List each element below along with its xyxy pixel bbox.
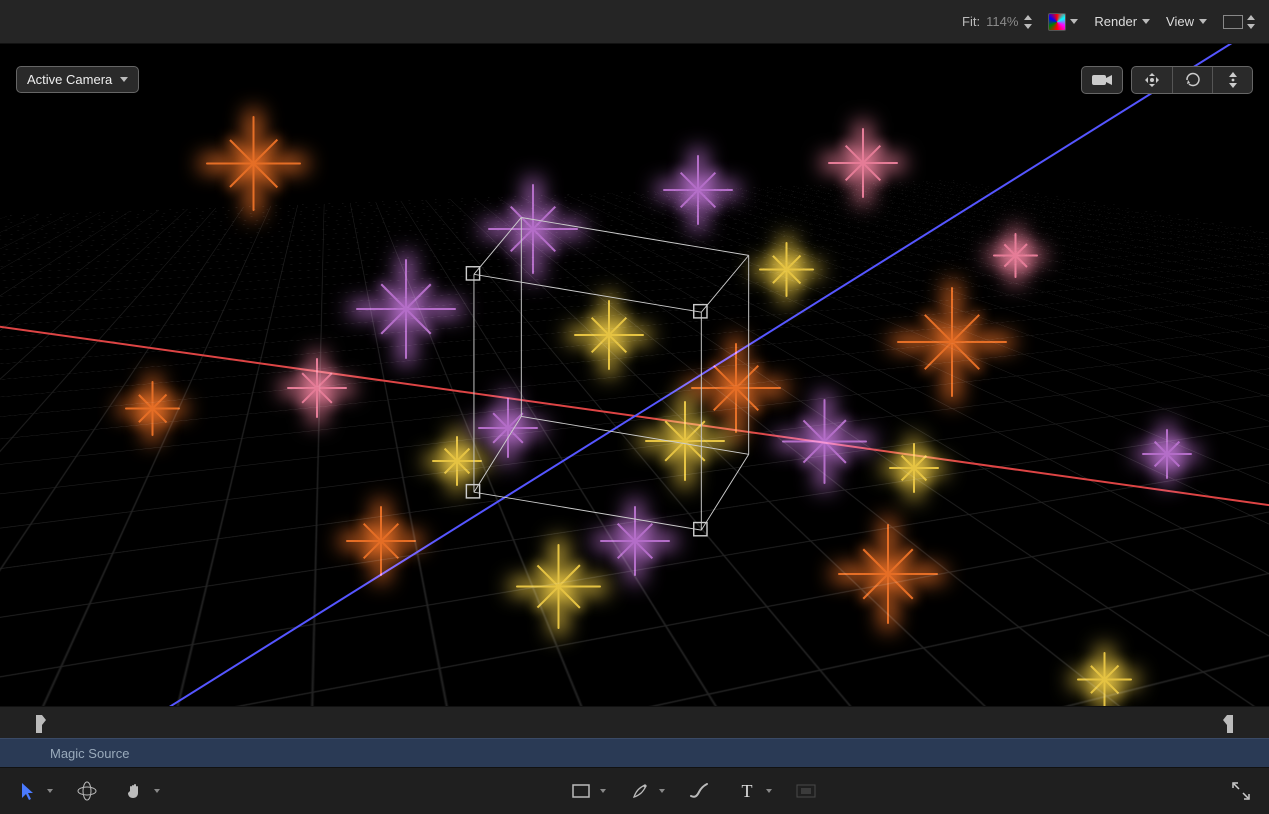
out-point-marker-icon[interactable] — [1223, 715, 1233, 733]
chevron-down-icon — [1199, 19, 1207, 24]
hand-tool[interactable] — [121, 777, 149, 805]
color-swatch-icon — [1048, 13, 1066, 31]
color-channel-popup[interactable] — [1048, 13, 1078, 31]
chevron-down-icon — [1070, 19, 1078, 24]
chevron-down-icon[interactable] — [766, 789, 772, 793]
particle-field — [0, 44, 1269, 706]
chevron-down-icon[interactable] — [47, 789, 53, 793]
stepper-icon — [1247, 15, 1255, 29]
paint-stroke-tool[interactable] — [685, 777, 713, 805]
stepper-icon — [1024, 15, 1032, 29]
chevron-down-icon[interactable] — [600, 789, 606, 793]
updown-icon — [1227, 71, 1239, 89]
camera-selector-label: Active Camera — [27, 72, 112, 87]
zoom-fit-control[interactable]: Fit: 114% — [962, 14, 1032, 29]
rotate-icon — [1184, 71, 1202, 89]
chevron-down-icon[interactable] — [154, 789, 160, 793]
fullscreen-toggle[interactable] — [1227, 777, 1255, 805]
rect-tool-icon — [572, 784, 590, 798]
clip-name-label: Magic Source — [50, 746, 129, 761]
fit-label: Fit: — [962, 14, 980, 29]
text-tool[interactable]: T — [733, 777, 761, 805]
transform-3d-icon — [77, 781, 97, 801]
canvas-viewport[interactable]: Active Camera — [0, 44, 1269, 706]
camera-icon — [1092, 73, 1112, 87]
mini-timeline-clip[interactable]: Magic Source — [0, 738, 1269, 768]
dolly-view-button[interactable] — [1212, 67, 1252, 93]
orbit-icon — [1143, 71, 1161, 89]
view-menu-label: View — [1166, 14, 1194, 29]
bottom-toolbar: T — [0, 768, 1269, 814]
pen-tool[interactable] — [626, 777, 654, 805]
in-point-marker-icon[interactable] — [36, 715, 46, 733]
rectangle-tool[interactable] — [567, 777, 595, 805]
fullscreen-icon — [1232, 782, 1250, 800]
chevron-down-icon[interactable] — [659, 789, 665, 793]
transform-3d-tool[interactable] — [73, 777, 101, 805]
select-tool[interactable] — [14, 777, 42, 805]
hand-tool-icon — [126, 782, 144, 800]
camera-selector[interactable]: Active Camera — [16, 66, 139, 93]
render-menu-label: Render — [1094, 14, 1137, 29]
pen-tool-icon — [631, 782, 649, 800]
chevron-down-icon — [1142, 19, 1150, 24]
frame-camera-button[interactable] — [1082, 67, 1122, 93]
view-menu[interactable]: View — [1166, 14, 1207, 29]
mask-tool[interactable] — [792, 777, 820, 805]
viewport-layout-popup[interactable] — [1223, 15, 1255, 29]
orbit-view-button[interactable] — [1172, 67, 1212, 93]
view-3d-tools — [1081, 66, 1253, 94]
text-tool-icon: T — [742, 781, 753, 802]
mini-timeline-ruler[interactable] — [0, 706, 1269, 738]
brush-tool-icon — [689, 782, 709, 800]
chevron-down-icon — [120, 77, 128, 82]
viewport-layout-icon — [1223, 15, 1243, 29]
fit-value: 114% — [986, 14, 1018, 29]
top-toolbar: Fit: 114% Render View — [0, 0, 1269, 44]
select-tool-icon — [21, 782, 35, 800]
pan-view-button[interactable] — [1132, 67, 1172, 93]
mask-tool-icon — [796, 784, 816, 798]
render-menu[interactable]: Render — [1094, 14, 1150, 29]
